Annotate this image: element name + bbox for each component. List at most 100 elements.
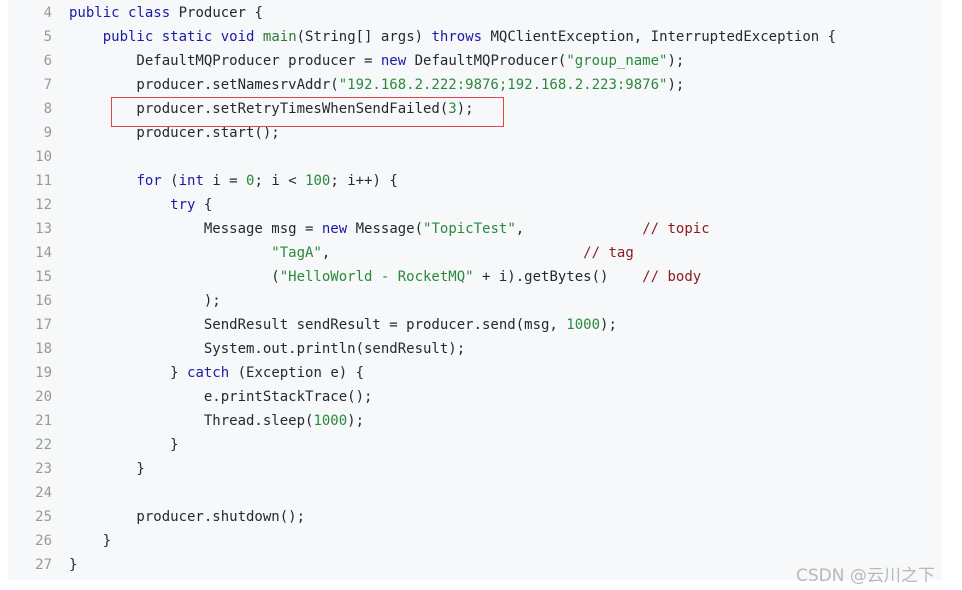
- code-line: 6 DefaultMQProducer producer = new Defau…: [8, 49, 685, 73]
- line-number: 9: [43, 125, 52, 141]
- code-line: 22 }: [8, 433, 178, 457]
- code-token: DefaultMQProducer producer =: [69, 53, 381, 69]
- code-token: // topic: [642, 221, 710, 237]
- code-token: "TopicTest": [423, 221, 516, 237]
- code-token: }: [69, 533, 112, 549]
- code-token: Producer {: [170, 5, 263, 21]
- code-token: main: [262, 29, 297, 45]
- code-line: 25 producer.shutdown();: [8, 505, 305, 529]
- code-token: (String[] args): [296, 29, 432, 45]
- line-number: 7: [43, 77, 52, 93]
- code-token: SendResult sendResult = producer.send(ms…: [69, 317, 567, 333]
- code-token: producer.shutdown();: [69, 509, 306, 525]
- line-number: 11: [35, 173, 52, 189]
- line-number: 27: [35, 557, 52, 573]
- code-token: static: [161, 29, 213, 45]
- code-token: public: [102, 29, 154, 45]
- code-token: );: [69, 293, 221, 309]
- line-text: Message msg = new Message("TopicTest", /…: [69, 217, 710, 241]
- code-line: 7 producer.setNamesrvAddr("192.168.2.222…: [8, 73, 685, 97]
- code-line: 19 } catch (Exception e) {: [8, 361, 364, 385]
- code-token: producer.start();: [69, 125, 280, 141]
- code-line: 15 ("HelloWorld - RocketMQ" + i).getByte…: [8, 265, 701, 289]
- code-token: }: [69, 461, 145, 477]
- code-token: DefaultMQProducer(: [406, 53, 567, 69]
- code-token: void: [220, 29, 255, 45]
- code-line: 21 Thread.sleep(1000);: [8, 409, 364, 433]
- code-line: 18 System.out.println(sendResult);: [8, 337, 465, 361]
- code-line: 4 public class Producer {: [8, 1, 263, 25]
- code-token: new: [321, 221, 348, 237]
- code-token: i =: [203, 173, 247, 189]
- line-number: 18: [35, 341, 52, 357]
- code-line: 10: [8, 145, 52, 169]
- line-text: }: [69, 457, 145, 481]
- code-token: System.out.println(sendResult);: [69, 341, 466, 357]
- code-line: 5 public static void main(String[] args)…: [8, 25, 837, 49]
- line-number: 17: [35, 317, 52, 333]
- line-text: );: [69, 289, 221, 313]
- line-number: 6: [43, 53, 52, 69]
- line-number: 16: [35, 293, 52, 309]
- code-token: );: [667, 53, 685, 69]
- line-number: 10: [35, 149, 52, 165]
- code-token: ,: [321, 245, 584, 261]
- line-number: 5: [43, 29, 52, 45]
- line-number: 15: [35, 269, 52, 285]
- code-token: // tag: [583, 245, 634, 261]
- code-token: ; i <: [254, 173, 306, 189]
- highlight-box: [111, 97, 504, 127]
- line-text: public static void main(String[] args) t…: [69, 25, 836, 49]
- code-token: + i).getBytes(): [473, 269, 643, 285]
- watermark: CSDN @云川之下: [796, 566, 935, 586]
- code-token: class: [128, 5, 171, 21]
- line-number: 14: [35, 245, 52, 261]
- line-text: for (int i = 0; i < 100; i++) {: [69, 169, 397, 193]
- line-text: DefaultMQProducer producer = new Default…: [69, 49, 684, 73]
- code-line: 9 producer.start();: [8, 121, 280, 145]
- line-text: System.out.println(sendResult);: [69, 337, 465, 361]
- code-token: catch: [187, 365, 230, 381]
- line-number: 12: [35, 197, 52, 213]
- code-line: 24: [8, 481, 52, 505]
- line-text: }: [69, 433, 179, 457]
- code-line: 11 for (int i = 0; i < 100; i++) {: [8, 169, 398, 193]
- code-block: 4 public class Producer {5 public static …: [8, 0, 942, 580]
- code-token: );: [347, 413, 365, 429]
- code-token: Message msg =: [69, 221, 322, 237]
- code-token: }: [69, 365, 188, 381]
- line-number: 23: [35, 461, 52, 477]
- line-text: producer.shutdown();: [69, 505, 305, 529]
- code-token: public: [69, 5, 120, 21]
- code-token: "192.168.2.222:9876;192.168.2.223:9876": [338, 77, 668, 93]
- code-token: }: [69, 437, 179, 453]
- line-text: public class Producer {: [69, 1, 263, 25]
- line-number: 24: [35, 485, 52, 501]
- code-token: throws: [431, 29, 483, 45]
- code-token: {: [195, 197, 213, 213]
- line-number: 4: [43, 5, 52, 21]
- code-line: 12 try {: [8, 193, 212, 217]
- code-token: );: [600, 317, 617, 333]
- code-token: (: [161, 173, 179, 189]
- line-text: ("HelloWorld - RocketMQ" + i).getBytes()…: [69, 265, 701, 289]
- code-token: ,: [515, 221, 643, 237]
- code-token: "HelloWorld - RocketMQ": [279, 269, 474, 285]
- line-number: 8: [43, 101, 52, 117]
- line-text: e.printStackTrace();: [69, 385, 373, 409]
- code-token: }: [69, 557, 78, 573]
- code-line: 14 "TagA", // tag: [8, 241, 634, 265]
- code-line: 20 e.printStackTrace();: [8, 385, 372, 409]
- line-text: }: [69, 529, 111, 553]
- code-token: 100: [305, 173, 331, 189]
- code-line: 8 producer.setRetryTimesWhenSendFailed(3…: [8, 97, 474, 121]
- code-line: 26 }: [8, 529, 111, 553]
